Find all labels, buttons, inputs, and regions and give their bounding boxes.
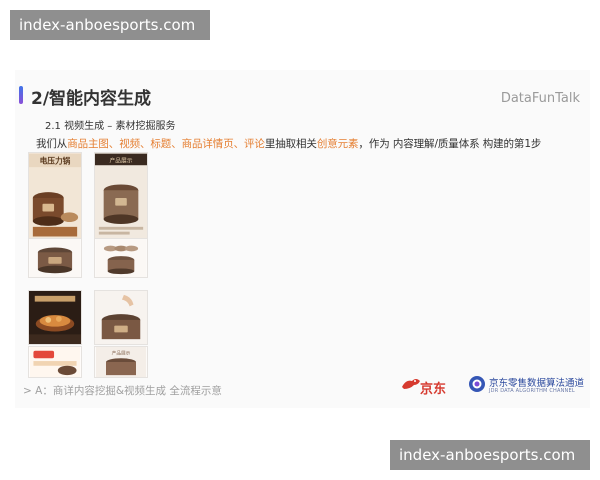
- svg-text:产品展示: 产品展示: [109, 156, 132, 164]
- pressure-cooker-icon: 电压力锅: [29, 153, 81, 241]
- figure-caption: > A：商详内容挖掘&视频生成 全流程示意: [23, 385, 222, 397]
- slide: 2/智能内容生成 DataFunTalk 2.1 视频生成 – 素材挖掘服务 我…: [15, 70, 590, 408]
- lab-name-text: 京东零售数据算法通道: [489, 378, 585, 389]
- desc-highlight-sources: 商品主图、视频、标题、商品详情页、评论: [67, 138, 265, 150]
- cooker-lid-icon: [29, 239, 81, 277]
- desc-middle: 里抽取相关: [264, 138, 317, 150]
- pressure-cooker-icon: 产品展示: [95, 347, 147, 377]
- page: index-anboesports.com 2/智能内容生成 DataFunTa…: [0, 0, 600, 480]
- thumbnail-product-detail-image: 产品展示: [94, 152, 148, 242]
- brand-label: DataFunTalk: [500, 91, 580, 106]
- slide-title: 2/智能内容生成: [31, 89, 152, 109]
- description-text: 我们从商品主图、视频、标题、商品详情页、评论里抽取相关创意元素，作为 内容理解/…: [36, 136, 541, 151]
- sale-badge-icon: [29, 347, 81, 377]
- desc-suffix: ，作为 内容理解/质量体系 构建的第1步: [358, 138, 542, 150]
- thumbnail-product-angle-image: [94, 238, 148, 278]
- thumbnail-cooker-closeup-image: 产品展示: [94, 346, 148, 378]
- svg-text:电压力锅: 电压力锅: [40, 155, 71, 165]
- hand-icon: [95, 291, 147, 344]
- desc-highlight-elements: 创意元素: [316, 138, 359, 150]
- section-heading: 2.1 视频生成 – 素材挖掘服务: [45, 121, 176, 132]
- pressure-cooker-icon: 产品展示: [95, 153, 147, 241]
- thumbnail-product-main-image: 电压力锅: [28, 152, 82, 242]
- thumbnail-food-poster-image: [28, 290, 82, 345]
- lab-english-text: JDR DATA ALGORITHM CHANNEL: [489, 388, 575, 394]
- lab-logo-icon: [469, 376, 485, 392]
- title-accent-bar: [19, 86, 23, 104]
- jd-dog-logo-icon: [402, 379, 420, 389]
- watermark-top: index-anboesports.com: [10, 10, 210, 40]
- thumbnail-product-feature-image: [28, 238, 82, 278]
- cooker-set-icon: [95, 239, 147, 277]
- thumbnail-hand-demo-image: [94, 290, 148, 345]
- food-bowl-icon: [29, 291, 81, 344]
- desc-prefix: 我们从: [36, 138, 68, 150]
- jd-logo-text: 京东: [420, 382, 447, 397]
- thumbnail-promo-sale-image: [28, 346, 82, 378]
- watermark-bottom: index-anboesports.com: [390, 440, 590, 470]
